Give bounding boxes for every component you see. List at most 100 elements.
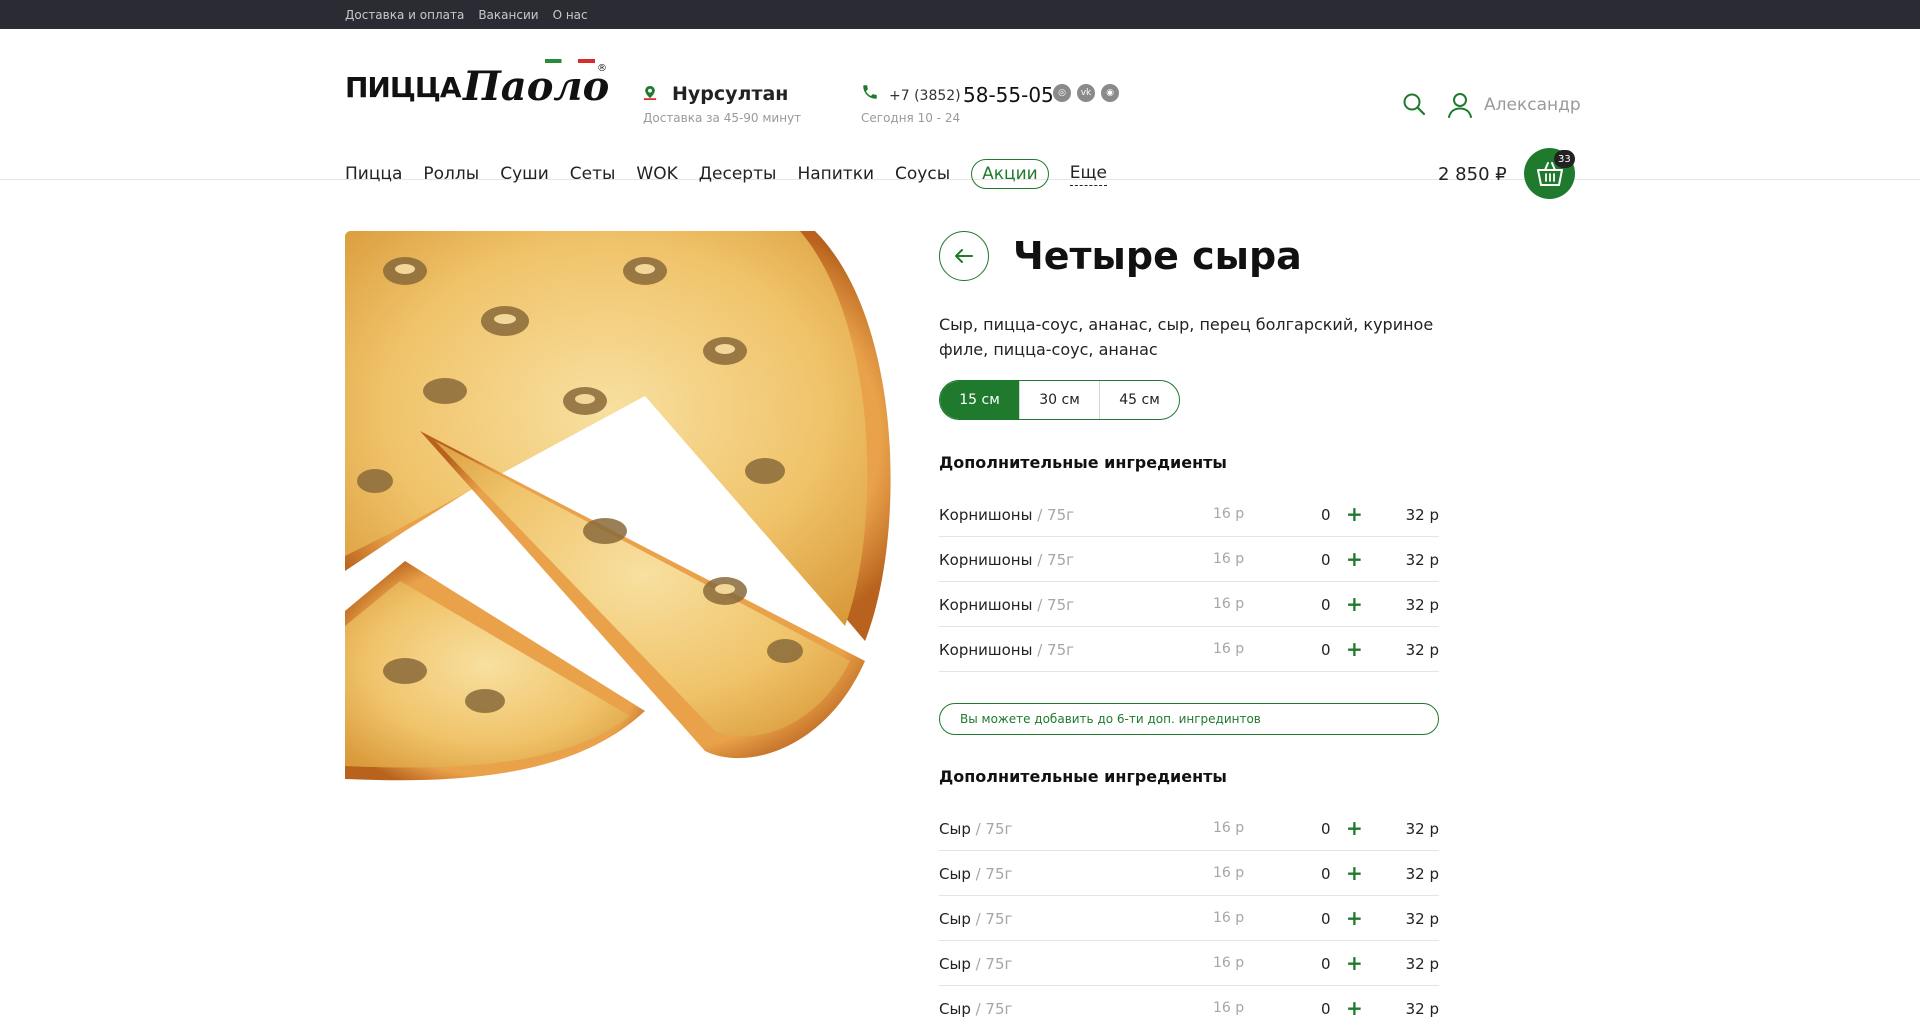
nav-item-promo[interactable]: Акции [971, 159, 1049, 189]
ingredient-weight: / 75г [1032, 506, 1075, 524]
ingredient-quantity: 0 [1321, 596, 1331, 614]
ingredient-row: Сыр / 75г 16 р 0 +32 р [939, 941, 1439, 986]
cart-total: 2 850 ₽ [1438, 164, 1507, 185]
ingredient-total-price: 32 р [1405, 506, 1439, 524]
nav-item-drinks[interactable]: Напитки [797, 164, 874, 184]
ingredient-name: Сыр / 75г [939, 910, 1013, 928]
extras-section-title-2: Дополнительные ингредиенты [939, 767, 1227, 786]
social-links: ◎ vk ◉ [1053, 84, 1119, 102]
topbar-link-about[interactable]: О нас [553, 8, 588, 22]
search-icon[interactable] [1402, 92, 1426, 116]
ingredient-add-button[interactable]: + [1346, 816, 1363, 840]
ingredient-add-button[interactable]: + [1346, 906, 1363, 930]
size-option-30[interactable]: 30 см [1019, 381, 1099, 419]
ingredient-total-price: 32 р [1405, 820, 1439, 838]
phone-number[interactable]: 58-55-05 [963, 83, 1054, 107]
ingredient-add-button[interactable]: + [1346, 637, 1363, 661]
ingredient-quantity: 0 [1321, 551, 1331, 569]
ingredient-quantity: 0 [1321, 865, 1331, 883]
extras-limit-notice: Вы можете добавить до 6-ти доп. ингредин… [939, 703, 1439, 735]
size-option-15[interactable]: 15 см [940, 381, 1019, 419]
back-button[interactable] [939, 231, 989, 281]
ingredient-total-price: 32 р [1405, 596, 1439, 614]
logo[interactable]: ПИЦЦА Паоло ® [345, 49, 609, 110]
nav-item-sushi[interactable]: Суши [500, 164, 549, 184]
ingredient-unit-price: 16 р [1213, 865, 1245, 881]
ingredient-row: Корнишоны / 75г 16 р 0 +32 р [939, 492, 1439, 537]
ingredient-name: Корнишоны / 75г [939, 551, 1075, 569]
tripadvisor-icon[interactable]: ◉ [1101, 84, 1119, 102]
pizza-illustration [345, 231, 898, 784]
ingredient-unit-price: 16 р [1213, 596, 1245, 612]
user-name: Александр [1484, 95, 1581, 115]
ingredient-row: Корнишоны / 75г 16 р 0 +32 р [939, 582, 1439, 627]
ingredient-name: Корнишоны / 75г [939, 641, 1075, 659]
ingredient-add-button[interactable]: + [1346, 861, 1363, 885]
user-icon [1448, 93, 1472, 118]
header: ПИЦЦА Паоло ® Нурсултан Доставка за 45-9… [0, 29, 1920, 199]
logo-text-pizza: ПИЦЦА [345, 71, 461, 104]
ingredient-row: Сыр / 75г 16 р 0 +32 р [939, 806, 1439, 851]
user-account[interactable]: Александр [1446, 91, 1581, 119]
nav-item-more[interactable]: Еще [1069, 163, 1107, 186]
ingredient-row: Сыр / 75г 16 р 0 +32 р [939, 986, 1439, 1024]
ingredient-unit-price: 16 р [1213, 551, 1245, 567]
topbar-link-vacancies[interactable]: Вакансии [478, 8, 538, 22]
ingredient-weight: / 75г [1032, 641, 1075, 659]
ingredient-name: Корнишоны / 75г [939, 596, 1075, 614]
ingredient-add-button[interactable]: + [1346, 547, 1363, 571]
ingredient-name: Корнишоны / 75г [939, 506, 1075, 524]
logo-flag-icon [545, 59, 595, 63]
phone-icon [863, 85, 877, 99]
main-nav: Пицца Роллы Суши Сеты WOK Десерты Напитк… [345, 159, 1128, 189]
ingredient-add-button[interactable]: + [1346, 951, 1363, 975]
cart-count-badge: 33 [1554, 150, 1575, 168]
ingredient-unit-price: 16 р [1213, 506, 1245, 522]
ingredient-weight: / 75г [1032, 596, 1075, 614]
city-name: Нурсултан [672, 83, 789, 105]
ingredient-name: Сыр / 75г [939, 865, 1013, 883]
logo-text-paolo: Паоло [463, 63, 610, 110]
ingredient-quantity: 0 [1321, 506, 1331, 524]
ingredient-quantity: 0 [1321, 820, 1331, 838]
ingredient-unit-price: 16 р [1213, 955, 1245, 971]
nav-item-desserts[interactable]: Десерты [699, 164, 777, 184]
ingredient-total-price: 32 р [1405, 641, 1439, 659]
ingredient-add-button[interactable]: + [1346, 592, 1363, 616]
ingredient-unit-price: 16 р [1213, 641, 1245, 657]
ingredient-total-price: 32 р [1405, 865, 1439, 883]
ingredient-total-price: 32 р [1405, 910, 1439, 928]
ingredient-weight: / 75г [970, 820, 1013, 838]
phone-code: +7 (3852) [889, 88, 961, 104]
map-pin-icon [643, 86, 657, 100]
extras-list-1: Корнишоны / 75г 16 р 0 +32 р Корнишоны / 75г… [939, 492, 1439, 672]
extras-section-title-1: Дополнительные ингредиенты [939, 453, 1227, 472]
nav-item-rolls[interactable]: Роллы [423, 164, 479, 184]
nav-item-wok[interactable]: WOK [636, 164, 677, 184]
vk-icon[interactable]: vk [1077, 84, 1095, 102]
ingredient-unit-price: 16 р [1213, 910, 1245, 926]
size-selector: 15 см 30 см 45 см [939, 380, 1180, 420]
product-title: Четыре сыра [1013, 234, 1302, 278]
ingredient-quantity: 0 [1321, 955, 1331, 973]
ingredient-total-price: 32 р [1405, 1000, 1439, 1018]
nav-item-pizza[interactable]: Пицца [345, 164, 402, 184]
topbar-link-delivery[interactable]: Доставка и оплата [345, 8, 464, 22]
instagram-icon[interactable]: ◎ [1053, 84, 1071, 102]
nav-item-sauces[interactable]: Соусы [895, 164, 950, 184]
nav-item-sets[interactable]: Сеты [570, 164, 616, 184]
ingredient-name: Сыр / 75г [939, 955, 1013, 973]
ingredient-add-button[interactable]: + [1346, 996, 1363, 1020]
ingredient-weight: / 75г [970, 910, 1013, 928]
ingredient-add-button[interactable]: + [1346, 502, 1363, 526]
ingredient-row: Корнишоны / 75г 16 р 0 +32 р [939, 627, 1439, 672]
ingredient-quantity: 0 [1321, 641, 1331, 659]
ingredient-quantity: 0 [1321, 910, 1331, 928]
size-option-45[interactable]: 45 см [1099, 381, 1179, 419]
ingredient-total-price: 32 р [1405, 955, 1439, 973]
ingredient-unit-price: 16 р [1213, 1000, 1245, 1016]
ingredient-quantity: 0 [1321, 1000, 1331, 1018]
ingredient-total-price: 32 р [1405, 551, 1439, 569]
ingredient-unit-price: 16 р [1213, 820, 1245, 836]
arrow-left-icon [955, 249, 973, 263]
